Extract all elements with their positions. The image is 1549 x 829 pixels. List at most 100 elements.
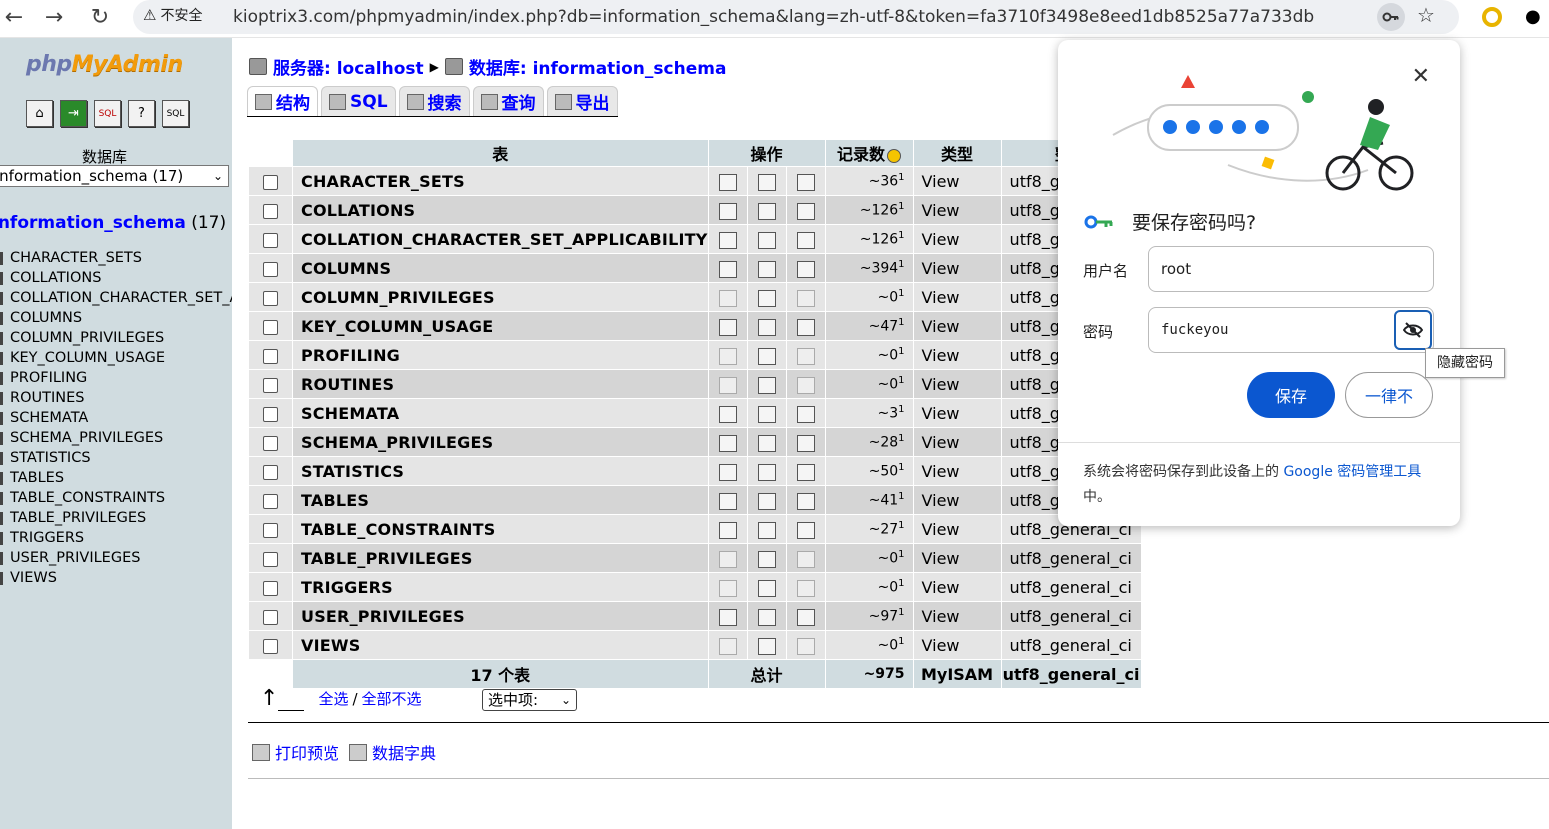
table-icon[interactable] (0, 411, 3, 425)
search-icon[interactable] (796, 492, 815, 510)
tab-sql[interactable]: SQL (321, 86, 396, 116)
docs-icon[interactable]: SQL (162, 100, 189, 127)
search-icon[interactable] (796, 463, 815, 481)
structure-icon[interactable] (757, 376, 776, 394)
left-table-item[interactable]: VIEWS (0, 568, 232, 588)
table-name[interactable]: ROUTINES (293, 370, 708, 398)
structure-icon[interactable] (757, 405, 776, 423)
table-icon[interactable] (0, 531, 3, 545)
structure-icon[interactable] (757, 347, 776, 365)
breadcrumb-server[interactable]: 服务器: localhost (273, 54, 424, 79)
search-icon[interactable] (796, 550, 815, 568)
table-name[interactable]: PROFILING (293, 341, 708, 369)
browse-icon[interactable] (718, 492, 737, 510)
browse-icon[interactable] (718, 202, 737, 220)
database-heading-link[interactable]: information_schema (0, 213, 186, 233)
search-icon[interactable] (796, 318, 815, 336)
table-icon[interactable] (0, 551, 3, 565)
left-table-label[interactable]: VIEWS (10, 570, 57, 586)
tab-search[interactable]: 搜索 (398, 86, 470, 116)
sql-query-icon[interactable]: SQL (94, 100, 121, 127)
row-checkbox[interactable] (263, 290, 278, 306)
row-checkbox[interactable] (263, 551, 278, 567)
table-icon[interactable] (0, 571, 3, 585)
search-icon[interactable] (796, 260, 815, 278)
breadcrumb-database[interactable]: 数据库: information_schema (469, 54, 727, 79)
structure-icon[interactable] (757, 202, 776, 220)
table-icon[interactable] (0, 431, 3, 445)
tab-structure[interactable]: 结构 (247, 86, 318, 116)
table-icon[interactable] (0, 511, 3, 525)
left-table-label[interactable]: TABLE_CONSTRAINTS (10, 490, 165, 506)
search-icon[interactable] (796, 637, 815, 655)
browse-icon[interactable] (718, 231, 737, 249)
table-name[interactable]: TABLES (293, 486, 708, 514)
structure-icon[interactable] (757, 521, 776, 539)
row-checkbox[interactable] (263, 522, 278, 538)
search-icon[interactable] (796, 376, 815, 394)
left-table-label[interactable]: TABLES (10, 470, 64, 486)
left-table-item[interactable]: TABLES (0, 468, 232, 488)
structure-icon[interactable] (757, 463, 776, 481)
table-name[interactable]: USER_PRIVILEGES (293, 602, 708, 630)
row-checkbox[interactable] (263, 435, 278, 451)
phpmyadmin-logo[interactable]: phpMyAdmin (26, 52, 183, 77)
structure-icon[interactable] (757, 318, 776, 336)
table-name[interactable]: KEY_COLUMN_USAGE (293, 312, 708, 340)
left-table-label[interactable]: ROUTINES (10, 390, 84, 406)
forward-icon[interactable]: → (40, 4, 68, 30)
database-select[interactable]: information_schema (17) ⌄ (0, 165, 229, 187)
row-checkbox[interactable] (263, 203, 278, 219)
tab-query[interactable]: 查询 (472, 86, 544, 116)
left-table-item[interactable]: TABLE_CONSTRAINTS (0, 488, 232, 508)
left-table-label[interactable]: TABLE_PRIVILEGES (10, 510, 146, 526)
search-icon[interactable] (796, 231, 815, 249)
structure-icon[interactable] (757, 173, 776, 191)
exit-icon[interactable]: ⇥ (60, 100, 87, 127)
left-table-item[interactable]: COLUMN_PRIVILEGES (0, 328, 232, 348)
browse-icon[interactable] (718, 318, 737, 336)
profile-icon[interactable]: ● (1525, 6, 1541, 27)
row-checkbox[interactable] (263, 348, 278, 364)
row-checkbox[interactable] (263, 174, 278, 190)
structure-icon[interactable] (757, 608, 776, 626)
tab-export[interactable]: 导出 (546, 86, 618, 116)
with-selected-select[interactable]: 选中项: ⌄ (482, 689, 577, 711)
table-name[interactable]: COLLATION_CHARACTER_SET_APPLICABILITY (293, 225, 708, 253)
left-table-label[interactable]: SCHEMA_PRIVILEGES (10, 430, 163, 446)
hide-password-icon[interactable] (1394, 310, 1432, 350)
table-name[interactable]: COLUMN_PRIVILEGES (293, 283, 708, 311)
left-table-item[interactable]: KEY_COLUMN_USAGE (0, 348, 232, 368)
left-table-label[interactable]: COLLATION_CHARACTER_SET_APPLICABILITY (10, 290, 232, 306)
table-name[interactable]: COLLATIONS (293, 196, 708, 224)
never-button[interactable]: 一律不 (1345, 372, 1433, 418)
table-name[interactable]: COLUMNS (293, 254, 708, 282)
url-text[interactable]: kioptrix3.com/phpmyadmin/index.php?db=in… (233, 7, 1314, 27)
row-checkbox[interactable] (263, 261, 278, 277)
table-icon[interactable] (0, 451, 3, 465)
table-icon[interactable] (0, 331, 3, 345)
header-table[interactable]: 表 (293, 140, 708, 166)
left-table-item[interactable]: PROFILING (0, 368, 232, 388)
search-icon[interactable] (796, 405, 815, 423)
left-table-item[interactable]: TRIGGERS (0, 528, 232, 548)
table-icon[interactable] (0, 371, 3, 385)
row-checkbox[interactable] (263, 580, 278, 596)
check-all-link[interactable]: 全选 (318, 688, 348, 709)
table-icon[interactable] (0, 351, 3, 365)
print-preview-link[interactable]: 打印预览 (252, 740, 339, 764)
left-table-label[interactable]: COLLATIONS (10, 270, 101, 286)
structure-icon[interactable] (757, 231, 776, 249)
table-name[interactable]: SCHEMA_PRIVILEGES (293, 428, 708, 456)
table-name[interactable]: STATISTICS (293, 457, 708, 485)
browse-icon[interactable] (718, 376, 737, 394)
structure-icon[interactable] (757, 260, 776, 278)
extension-icon[interactable] (1482, 7, 1502, 27)
browse-icon[interactable] (718, 637, 737, 655)
row-checkbox[interactable] (263, 319, 278, 335)
search-icon[interactable] (796, 202, 815, 220)
table-name[interactable]: TABLE_PRIVILEGES (293, 544, 708, 572)
back-icon[interactable]: ← (0, 4, 28, 30)
table-icon[interactable] (0, 471, 3, 485)
username-field[interactable]: root (1148, 246, 1434, 292)
